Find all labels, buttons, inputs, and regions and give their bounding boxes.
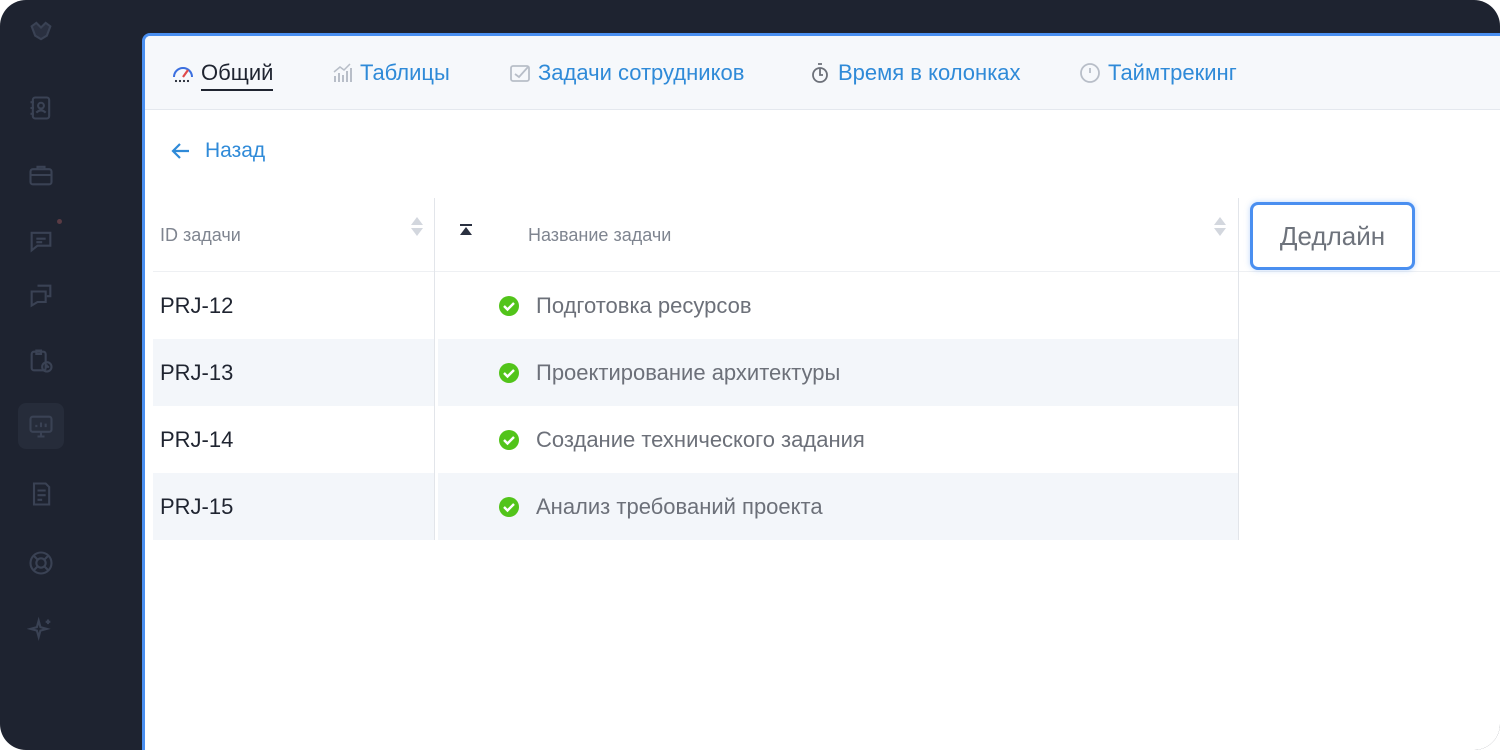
check-circle-icon [499,429,519,450]
tab-timetracking-label: Таймтрекинг [1108,60,1237,85]
tab-timetracking[interactable]: Таймтрекинг [1078,36,1237,110]
task-name: Анализ требований проекта [536,493,823,519]
sort-id-icon[interactable] [411,217,423,241]
bar-chart-icon [333,63,352,82]
tab-general-label: Общий [201,60,274,91]
task-id: PRJ-12 [160,292,234,318]
app-window: Общий Таблицы Задачи сотрудников Время в… [0,0,1500,750]
task-name: Создание технического задания [536,426,865,452]
notification-dot [57,219,62,224]
task-name-cell: Создание технического задания [438,406,1238,473]
sidebar [0,0,142,750]
task-name-cell: Подготовка ресурсов [438,272,1238,339]
column-header-name[interactable]: Название задачи [528,198,671,272]
back-label: Назад [205,139,266,162]
speedometer-icon [173,67,193,83]
pin-column-icon[interactable] [459,224,473,238]
column-header-deadline[interactable]: Дедлайн [1250,202,1415,270]
contacts-book-icon[interactable] [18,85,64,131]
table-row[interactable]: PRJ-14 Создание технического задания [153,406,1500,473]
tab-tables[interactable]: Таблицы [330,36,450,110]
task-name: Подготовка ресурсов [536,292,752,318]
monitor-chart-icon[interactable] [18,403,64,449]
task-check-icon [510,65,530,82]
tasks-table: ID задачи Название задачи Дедлайн PRJ-12 [153,198,1500,540]
tab-general[interactable]: Общий [171,36,274,110]
arrow-left-icon [171,143,189,159]
briefcase-icon[interactable] [18,152,64,198]
chat-icon[interactable] [18,218,64,264]
task-id: PRJ-14 [160,426,234,452]
clock-icon [1080,63,1100,83]
document-icon[interactable] [18,471,64,517]
task-name-cell: Проектирование архитектуры [438,339,1238,406]
logo-icon[interactable] [18,8,64,54]
column-divider [434,198,435,540]
table-row[interactable]: PRJ-12 Подготовка ресурсов [153,272,1500,339]
tab-tables-label: Таблицы [360,60,450,85]
main-panel: Общий Таблицы Задачи сотрудников Время в… [142,33,1500,750]
tab-employee-tasks-label: Задачи сотрудников [538,60,745,85]
check-circle-icon [499,295,519,316]
tab-time-in-columns-label: Время в колонках [838,60,1021,85]
tab-time-in-columns[interactable]: Время в колонках [808,36,1021,110]
table-row[interactable]: PRJ-15 Анализ требований проекта [153,473,1500,540]
tab-employee-tasks[interactable]: Задачи сотрудников [508,36,744,110]
table-row[interactable]: PRJ-13 Проектирование архитектуры [153,339,1500,406]
back-link[interactable]: Назад [169,139,265,163]
clipboard-clock-icon[interactable] [18,338,64,384]
sort-name-icon[interactable] [1214,217,1226,241]
check-circle-icon [499,496,519,517]
task-name-cell: Анализ требований проекта [438,473,1238,540]
sparkles-icon[interactable] [18,607,64,653]
column-header-id[interactable]: ID задачи [160,198,241,272]
tab-bar: Общий Таблицы Задачи сотрудников Время в… [145,36,1500,110]
task-id: PRJ-13 [153,339,434,406]
table-header: ID задачи Название задачи Дедлайн [153,198,1500,272]
column-divider [1238,198,1239,540]
check-circle-icon [499,362,519,383]
task-id: PRJ-15 [153,473,434,540]
lifebuoy-icon[interactable] [18,540,64,586]
stopwatch-icon [812,63,828,83]
task-name: Проектирование архитектуры [536,359,841,385]
messages-icon[interactable] [18,272,64,318]
